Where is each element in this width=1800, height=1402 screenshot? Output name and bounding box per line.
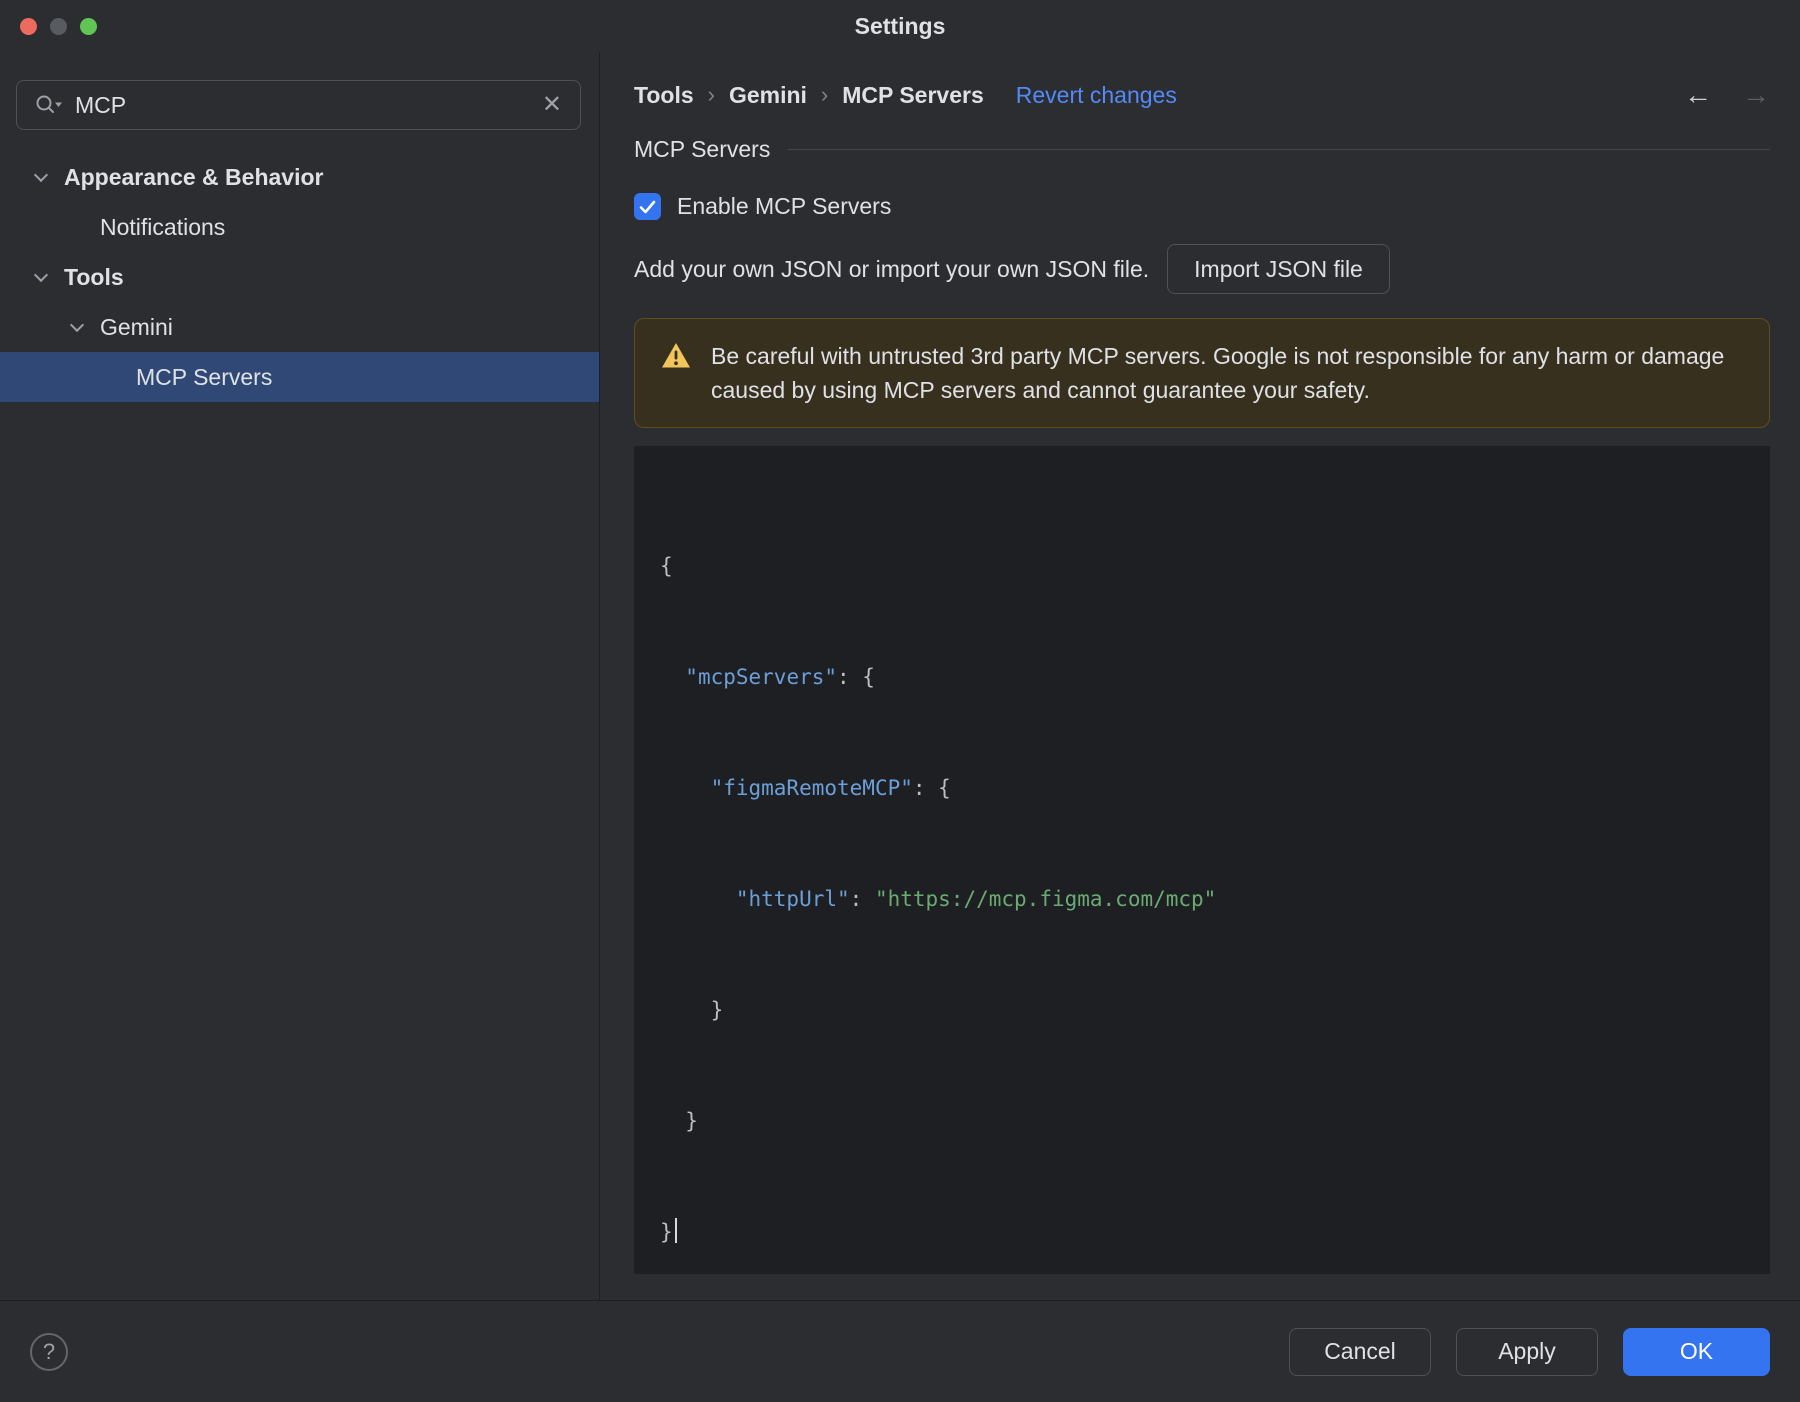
import-row: Add your own JSON or import your own JSO… (634, 244, 1770, 294)
warning-triangle-icon (661, 342, 691, 378)
section-divider (788, 149, 1770, 150)
text-cursor (674, 1218, 677, 1243)
json-string-value: "https://mcp.figma.com/mcp" (874, 887, 1217, 911)
json-key: "httpUrl" (735, 887, 850, 911)
forward-arrow-icon[interactable]: → (1742, 79, 1770, 111)
breadcrumb-item-mcp-servers[interactable]: MCP Servers (842, 82, 984, 109)
back-arrow-icon[interactable]: ← (1684, 79, 1712, 111)
warning-text: Be careful with untrusted 3rd party MCP … (711, 343, 1725, 403)
titlebar: Settings (0, 0, 1800, 52)
sidebar-item-label: Appearance & Behavior (64, 163, 324, 190)
sidebar-item-tools[interactable]: Tools (0, 252, 599, 302)
search-icon (33, 92, 63, 118)
zoom-window-button[interactable] (80, 17, 97, 35)
json-editor[interactable]: { "mcpServers": { "figmaRemoteMCP": { "h… (634, 446, 1770, 1274)
code-line: { (660, 554, 673, 578)
enable-mcp-servers-checkbox[interactable]: Enable MCP Servers (634, 193, 891, 220)
window-title: Settings (854, 12, 946, 39)
sidebar-item-label: MCP Servers (136, 363, 273, 390)
history-navigation: ← → (1684, 79, 1770, 111)
code-line: } (660, 998, 724, 1022)
clear-search-icon[interactable]: ✕ (540, 91, 564, 119)
sidebar-item-gemini[interactable]: Gemini (0, 302, 599, 352)
code-line: } (660, 1214, 1750, 1251)
code-line: "httpUrl": "https://mcp.figma.com/mcp" (735, 887, 1217, 911)
breadcrumb-item-tools[interactable]: Tools (634, 82, 694, 109)
sidebar-item-mcp-servers[interactable]: MCP Servers (0, 352, 599, 402)
warning-banner: Be careful with untrusted 3rd party MCP … (634, 318, 1770, 428)
footer-buttons: Cancel Apply OK (1289, 1327, 1770, 1376)
close-window-button[interactable] (20, 17, 37, 35)
help-button[interactable]: ? (30, 1332, 68, 1371)
revert-changes-link[interactable]: Revert changes (1016, 82, 1177, 109)
settings-content: Tools › Gemini › MCP Servers Revert chan… (600, 52, 1800, 1300)
dialog-footer: ? Cancel Apply OK (0, 1300, 1800, 1402)
chevron-down-icon[interactable] (64, 317, 90, 332)
settings-tree: Appearance & Behavior Notifications Tool… (0, 152, 599, 402)
chevron-down-icon[interactable] (28, 267, 54, 282)
chevron-down-icon[interactable] (28, 167, 54, 182)
json-key: "mcpServers" (685, 665, 838, 689)
settings-sidebar: ✕ Appearance & Behavior Notifications To… (0, 52, 600, 1300)
code-line: "mcpServers": { (685, 665, 875, 689)
import-hint-text: Add your own JSON or import your own JSO… (634, 255, 1150, 282)
json-key: "figmaRemoteMCP" (710, 776, 913, 800)
chevron-right-icon: › (820, 82, 829, 107)
minimize-window-button[interactable] (50, 17, 67, 35)
section-header: MCP Servers (634, 136, 1770, 163)
sidebar-item-label: Notifications (100, 213, 226, 240)
search-box[interactable]: ✕ (16, 80, 581, 130)
sidebar-item-appearance-behavior[interactable]: Appearance & Behavior (0, 152, 599, 202)
window-controls (20, 0, 97, 52)
settings-window: Settings ✕ Appearance & Behavior (0, 0, 1800, 1402)
chevron-right-icon: › (707, 82, 715, 107)
cancel-button[interactable]: Cancel (1289, 1327, 1431, 1376)
breadcrumb-item-gemini[interactable]: Gemini (729, 82, 807, 109)
search-input[interactable] (73, 90, 530, 120)
import-json-file-button[interactable]: Import JSON file (1167, 244, 1390, 294)
apply-button[interactable]: Apply (1456, 1327, 1598, 1376)
sidebar-item-label: Gemini (100, 313, 173, 340)
sidebar-item-notifications[interactable]: Notifications (0, 202, 599, 252)
sidebar-item-label: Tools (64, 263, 124, 290)
code-line: "figmaRemoteMCP": { (710, 776, 951, 800)
question-mark-icon: ? (42, 1338, 56, 1364)
checkbox-checked-icon[interactable] (634, 193, 661, 220)
checkbox-label: Enable MCP Servers (677, 193, 892, 219)
code-line: } (660, 1109, 698, 1133)
section-title: MCP Servers (634, 136, 771, 162)
ok-button[interactable]: OK (1623, 1327, 1770, 1376)
breadcrumb: Tools › Gemini › MCP Servers Revert chan… (634, 82, 1177, 109)
